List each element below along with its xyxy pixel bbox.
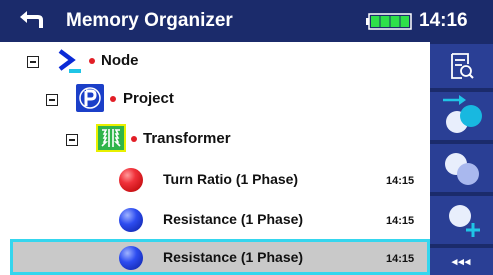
tree-node-label: Node (101, 52, 139, 69)
tree-transformer-label: Transformer (143, 130, 231, 147)
status-blue-ball-icon (119, 208, 143, 232)
status-dot (131, 136, 137, 142)
measurement-row[interactable]: Turn Ratio (1 Phase) 14:15 (0, 160, 430, 200)
measurement-time: 14:15 (386, 175, 415, 187)
more-options-button[interactable]: ◂◂◂ (430, 248, 493, 275)
collapse-node-toggle[interactable] (27, 56, 39, 68)
transformer-icon (96, 124, 126, 152)
back-arrow-icon (20, 11, 43, 28)
start-retest-icon (442, 95, 482, 133)
status-blue-ball-icon (119, 246, 143, 270)
measurement-label: Turn Ratio (1 Phase) (163, 171, 299, 187)
view-results-icon (450, 53, 474, 79)
measurement-row-selected[interactable]: Resistance (1 Phase) 14:15 (10, 239, 430, 275)
project-icon (76, 84, 104, 112)
right-toolbar: ◂◂◂ (430, 42, 493, 275)
collapse-transformer-toggle[interactable] (66, 134, 78, 146)
clone-icon (444, 153, 479, 185)
page-title: Memory Organizer (66, 10, 233, 31)
measurement-label: Resistance (1 Phase) (163, 211, 304, 227)
measurement-time: 14:15 (386, 215, 415, 227)
view-results-button[interactable] (430, 44, 493, 88)
node-icon (58, 49, 81, 73)
status-red-ball-icon (119, 168, 143, 192)
add-measurement-button[interactable] (430, 196, 493, 244)
measurement-row[interactable]: Resistance (1 Phase) 14:15 (0, 200, 430, 240)
tree-node-row[interactable]: Node (0, 42, 430, 82)
collapse-project-toggle[interactable] (46, 94, 58, 106)
memory-tree: Node Project Transformer Turn Ratio (1 P… (0, 42, 430, 275)
clone-button[interactable] (430, 144, 493, 192)
back-button[interactable] (16, 8, 46, 32)
tree-transformer-row[interactable]: Transformer (0, 120, 430, 160)
clock: 14:16 (419, 10, 468, 31)
status-dot (89, 58, 95, 64)
battery-icon (366, 13, 412, 30)
measurement-label: Resistance (1 Phase) (163, 249, 304, 265)
start-retest-button[interactable] (430, 92, 493, 140)
tree-project-label: Project (123, 90, 174, 107)
tree-project-row[interactable]: Project (0, 80, 430, 120)
add-new-measurement-icon (448, 205, 480, 237)
more-icon: ◂◂◂ (451, 256, 472, 268)
header-bar: Memory Organizer 14:16 (0, 0, 493, 42)
measurement-time: 14:15 (386, 253, 415, 265)
status-dot (110, 96, 116, 102)
